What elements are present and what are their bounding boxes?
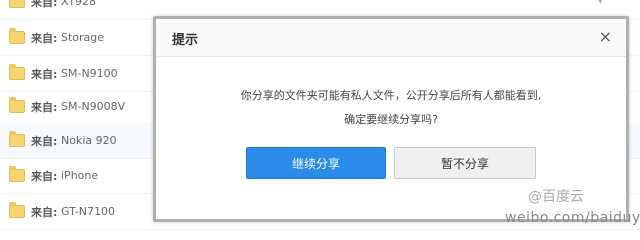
dialog-title: 提示 [172,33,199,48]
watermark-text: weibo.com/baiduyun1 [505,210,640,226]
close-icon[interactable]: × [599,27,612,46]
dialog-message-line1: 你分享的文件夹可能有私人文件，公开分享后所有人都能看到, [240,89,542,102]
continue-share-button[interactable]: 继续分享 [246,147,386,179]
watermark-logo: @百度云 [528,189,584,205]
dialog-header: 提示 × [156,19,626,57]
dialog-message-line2: 确定要继续分享吗? [344,113,438,126]
cancel-share-button[interactable]: 暂不分享 [394,147,536,179]
